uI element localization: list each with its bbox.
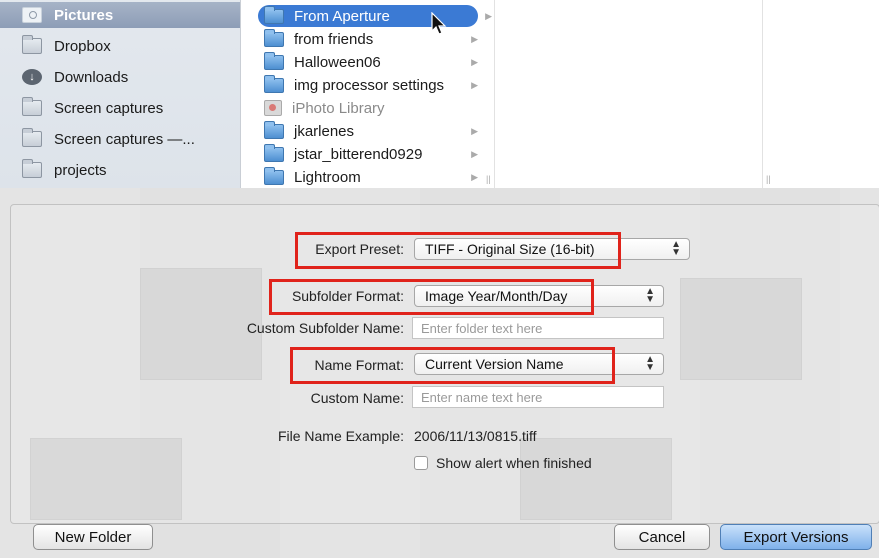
highlight-box xyxy=(295,232,621,269)
downloads-icon: ↓ xyxy=(22,69,42,85)
folder-icon xyxy=(264,28,284,47)
folder-icon xyxy=(264,143,284,162)
folder-icon xyxy=(22,128,42,147)
sidebar-item-dropbox[interactable]: Dropbox xyxy=(22,33,111,59)
sidebar-item-screen-captures-2[interactable]: Screen captures —... xyxy=(22,126,195,152)
chevron-right-icon: ▶ xyxy=(485,10,492,21)
folder-icon xyxy=(22,97,42,116)
updown-arrows-icon: ▲ ▼ xyxy=(645,354,655,373)
highlight-box xyxy=(290,347,615,384)
folder-icon xyxy=(22,159,42,178)
folder-item-label: img processor settings xyxy=(294,76,445,94)
chevron-right-icon: ▶ xyxy=(471,125,478,136)
folder-item-label: Halloween06 xyxy=(294,53,381,71)
custom-subfolder-field[interactable] xyxy=(412,317,664,339)
folder-item-jstar[interactable]: jstar_bitterend0929 ▶ xyxy=(264,143,488,165)
custom-name-field[interactable] xyxy=(412,386,664,408)
chevron-right-icon: ▶ xyxy=(471,33,478,44)
show-alert-checkbox[interactable] xyxy=(414,456,428,470)
folder-icon xyxy=(264,120,284,139)
sidebar-item-screen-captures[interactable]: Screen captures xyxy=(22,95,163,121)
chevron-right-icon: ▶ xyxy=(471,148,478,159)
sidebar-item-label: Screen captures —... xyxy=(54,130,195,148)
folder-item-label: jkarlenes xyxy=(294,122,355,140)
new-folder-button[interactable]: New Folder xyxy=(33,524,153,550)
chevron-right-icon: ▶ xyxy=(471,56,478,67)
file-name-example-value: 2006/11/13/0815.tiff xyxy=(414,428,537,444)
folder-item-label: From Aperture xyxy=(294,7,390,25)
custom-name-input[interactable] xyxy=(419,388,663,406)
sidebar-item-label: Screen captures xyxy=(54,99,164,117)
custom-name-label: Custom Name: xyxy=(310,390,404,406)
custom-subfolder-label: Custom Subfolder Name: xyxy=(246,320,404,336)
pictures-icon xyxy=(22,7,42,23)
folder-item-jkarlenes[interactable]: jkarlenes ▶ xyxy=(264,120,488,142)
sidebar-item-label: projects xyxy=(54,161,107,179)
iphoto-icon xyxy=(264,100,282,116)
chevron-right-icon: ▶ xyxy=(471,79,478,90)
column-divider[interactable] xyxy=(494,0,495,188)
sidebar-item-label: Dropbox xyxy=(54,37,111,55)
show-alert-label: Show alert when finished xyxy=(436,455,592,471)
folder-icon xyxy=(264,51,284,70)
folder-item-label: from friends xyxy=(294,30,374,48)
folder-icon xyxy=(264,166,284,185)
sidebar-item-pictures[interactable]: Pictures xyxy=(0,2,240,28)
folder-item-lightroom[interactable]: Lightroom ▶ xyxy=(264,166,488,188)
file-browser: Pictures Dropbox ↓ Downloads Screen capt… xyxy=(0,0,879,188)
cancel-button[interactable]: Cancel xyxy=(614,524,710,550)
highlight-box xyxy=(269,279,594,315)
updown-arrows-icon: ▲ ▼ xyxy=(671,239,681,258)
column-resize-icon[interactable]: || xyxy=(766,174,771,184)
updown-arrows-icon: ▲ ▼ xyxy=(645,286,655,305)
folder-item-halloween06[interactable]: Halloween06 ▶ xyxy=(264,51,488,73)
folder-item-img-processor-settings[interactable]: img processor settings ▶ xyxy=(264,74,488,96)
folder-icon xyxy=(264,5,284,24)
folder-column: From Aperture ▶ from friends ▶ Halloween… xyxy=(254,0,494,188)
folder-icon xyxy=(22,35,42,54)
column-divider[interactable] xyxy=(762,0,763,188)
folder-item-iphoto-library: iPhoto Library xyxy=(264,97,488,119)
folder-icon xyxy=(264,74,284,93)
sidebar-item-label: Downloads xyxy=(54,68,129,86)
folder-item-label: iPhoto Library xyxy=(292,99,385,117)
export-versions-button[interactable]: Export Versions xyxy=(720,524,872,550)
sidebar-item-downloads[interactable]: ↓ Downloads xyxy=(22,64,128,90)
folder-item-from-friends[interactable]: from friends ▶ xyxy=(264,28,488,50)
custom-subfolder-input[interactable] xyxy=(419,319,663,337)
chevron-right-icon: ▶ xyxy=(471,171,478,182)
sidebar-item-projects[interactable]: projects xyxy=(22,157,107,183)
column-resize-icon[interactable]: || xyxy=(486,174,491,184)
sidebar-item-label: Pictures xyxy=(54,6,114,24)
sidebar: Pictures Dropbox ↓ Downloads Screen capt… xyxy=(0,0,241,188)
folder-item-label: Lightroom xyxy=(294,168,361,186)
file-name-example-label: File Name Example: xyxy=(277,428,404,444)
mouse-cursor-icon xyxy=(431,12,447,35)
folder-item-label: jstar_bitterend0929 xyxy=(294,145,423,163)
